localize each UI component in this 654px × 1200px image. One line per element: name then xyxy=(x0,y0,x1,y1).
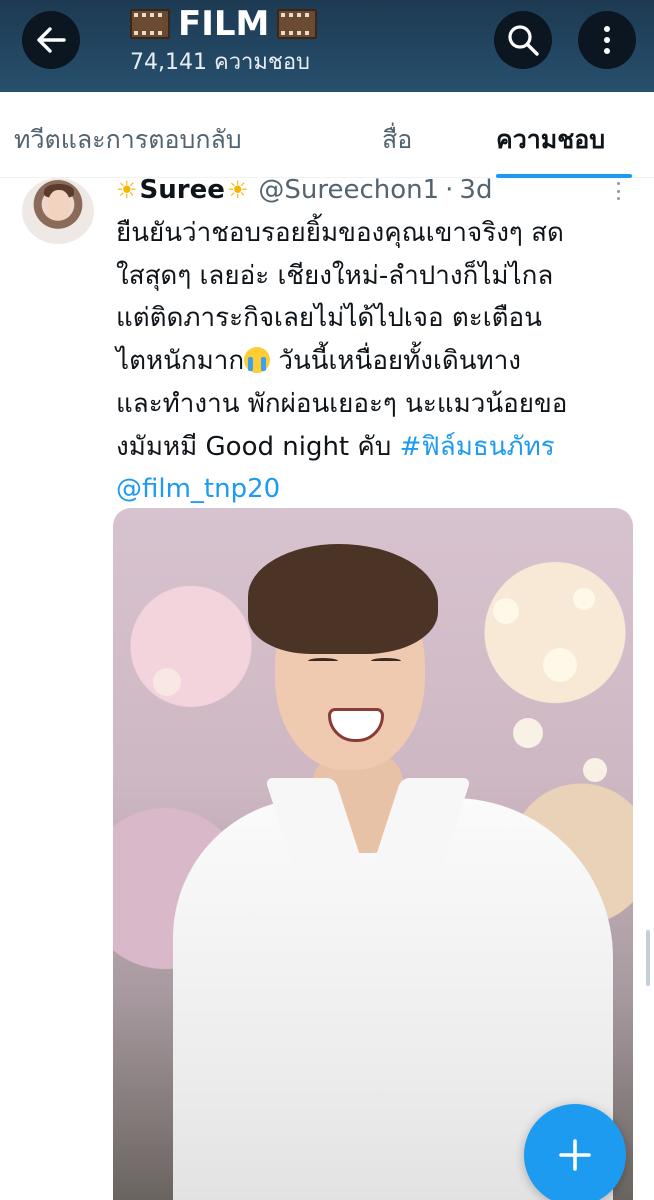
hashtag-link[interactable]: #ฟิล์มธนภัทร xyxy=(400,432,555,462)
tweet-photo[interactable] xyxy=(113,508,633,1200)
tweet-author-name[interactable]: Suree xyxy=(140,175,225,205)
dot xyxy=(616,182,620,185)
tab-tweets-and-replies[interactable]: ทวีตและการตอบกลับ xyxy=(14,120,242,160)
avatar[interactable] xyxy=(22,178,94,244)
sun-emoji: ☀ xyxy=(116,176,138,204)
tweet-more-button[interactable] xyxy=(608,176,628,206)
bokeh-light xyxy=(493,598,519,624)
mention-link[interactable]: @film_tnp20 xyxy=(116,468,644,511)
tweet-line: งมัมหมี Good night คับ #ฟิล์มธนภัทร xyxy=(116,426,644,469)
search-icon xyxy=(508,25,539,56)
more-options-button[interactable] xyxy=(578,11,636,69)
tweet-header: ☀ Suree ☀ @Sureechon1 · 3d xyxy=(116,172,492,208)
profile-header: FILM 74,141 ความชอบ xyxy=(0,0,654,92)
tweet-line: ใสสุดๆ เลยอ่ะ เชียงใหม่-ลำปางก็ไม่ไกล xyxy=(116,260,554,291)
tweet-author-handle[interactable]: @Sureechon1 xyxy=(258,175,439,205)
vertical-ellipsis-icon xyxy=(604,26,610,54)
bokeh-light xyxy=(513,718,543,748)
plus-icon xyxy=(559,1139,591,1171)
tab-media[interactable]: สื่อ xyxy=(382,120,412,160)
photo-person-eye xyxy=(371,658,401,664)
back-button[interactable] xyxy=(22,11,80,69)
tweet-line: ไตหนักมาก วันนี้เหนื่อยทั้งเดินทาง xyxy=(116,340,644,383)
header-title-text: FILM xyxy=(178,4,270,44)
bokeh-light xyxy=(153,668,181,696)
compose-tweet-button[interactable] xyxy=(524,1104,626,1200)
tweet-line: และทำงาน พักผ่อนเยอะๆ นะแมวน้อยขอ xyxy=(116,388,568,419)
tweet-line: ยืนยันว่าชอบรอยยิ้มของคุณเขาจริงๆ สด xyxy=(116,218,564,248)
likes-count: 74,141 ความชอบ xyxy=(130,50,311,75)
avatar-face xyxy=(48,190,70,220)
scrollbar[interactable] xyxy=(646,930,650,986)
search-button[interactable] xyxy=(494,11,552,69)
header-title-block: FILM 74,141 ความชอบ xyxy=(130,2,318,76)
bokeh-light xyxy=(573,588,595,610)
crying-face-emoji xyxy=(244,347,271,374)
tweet-line-text: วันนี้เหนื่อยทั้งเดินทาง xyxy=(278,346,521,377)
tweet-line-text: งมัมหมี Good night คับ xyxy=(116,431,400,462)
tweet-timestamp[interactable]: 3d xyxy=(459,175,492,205)
bokeh-light xyxy=(583,758,607,782)
bokeh-light xyxy=(543,648,577,682)
tweet-text: ยืนยันว่าชอบรอยยิ้มของคุณเขาจริงๆ สด ใสส… xyxy=(116,212,644,511)
tweet-line-text: ไตหนักมาก xyxy=(116,346,245,377)
dot xyxy=(616,197,620,200)
sun-emoji: ☀ xyxy=(226,176,249,204)
profile-tabs: ทวีตและการตอบกลับ สื่อ ความชอบ xyxy=(0,92,654,178)
tweet-separator: · xyxy=(445,175,454,205)
tweet-line: แต่ติดภาระกิจเลยไม่ได้ไปเจอ ตะเตือน xyxy=(116,303,542,334)
dot xyxy=(616,189,620,193)
film-frames-icon xyxy=(277,9,318,39)
header-title: FILM xyxy=(130,2,318,46)
film-frames-icon xyxy=(130,9,170,39)
tab-likes[interactable]: ความชอบ xyxy=(496,120,605,160)
photo-person-hair xyxy=(248,544,438,654)
arrow-left-icon xyxy=(37,27,66,53)
photo-person-eye xyxy=(308,658,338,664)
